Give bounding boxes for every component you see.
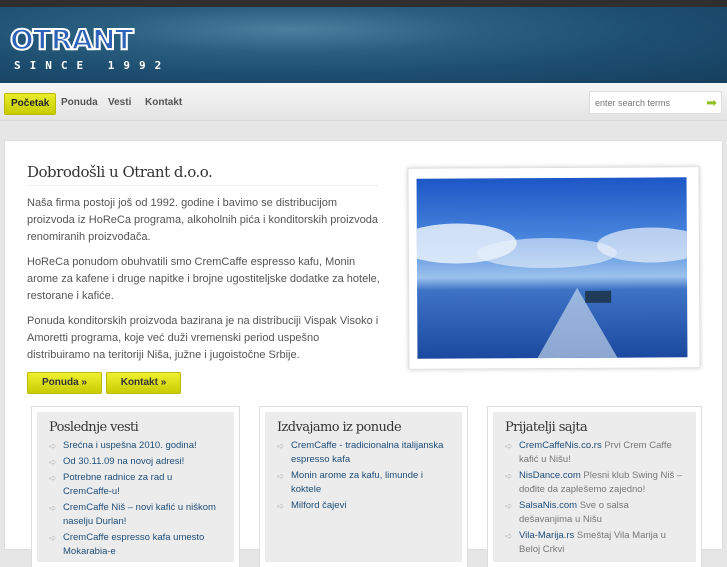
arrow-icon: ➪: [505, 471, 513, 481]
logo-text: OTRANT: [9, 23, 135, 56]
arrow-icon: ➪: [505, 501, 513, 511]
logo[interactable]: OTRANT SINCE 1992: [9, 23, 171, 73]
list-item: ➪ CremCaffe espresso kafa umesto Mokarabi…: [49, 531, 222, 559]
news-link[interactable]: Od 30.11.09 na novoj adresi!: [63, 456, 184, 467]
nav-item-vesti[interactable]: Vesti: [108, 93, 131, 113]
news-link[interactable]: Srećna i uspešna 2010. godina!: [63, 440, 197, 451]
offer-link[interactable]: Milford čajevi: [291, 500, 346, 511]
arrow-icon: ➪: [49, 503, 57, 513]
search-box: ➡: [589, 91, 722, 114]
paragraph: Ponuda konditorskih proizvoda bazirana j…: [27, 315, 379, 361]
box-title: Izdvajamo iz ponude: [277, 420, 402, 435]
search-input[interactable]: [595, 92, 700, 113]
arrow-icon: ➪: [49, 441, 57, 451]
list-item: ➪ Srećna i uspešna 2010. godina!: [49, 439, 222, 453]
logo-tagline: SINCE 1992: [14, 59, 171, 72]
list-item: ➪ CremCaffe Niš – novi kafić u niškom nas…: [49, 501, 222, 529]
friend-link[interactable]: CremCaffeNis.co.rs: [519, 440, 602, 451]
ponuda-button[interactable]: Ponuda »: [27, 372, 102, 394]
arrow-right-icon[interactable]: ➡: [706, 96, 717, 110]
news-link[interactable]: CremCaffe Niš – novi kafić u niškom nase…: [63, 502, 216, 527]
kontakt-button[interactable]: Kontakt »: [106, 372, 181, 394]
list-item: ➪ NisDance.com Plesni klub Swing Niš – do…: [505, 469, 684, 497]
arrow-icon: ➪: [277, 441, 285, 451]
photo-frame: [407, 166, 701, 370]
list-item: ➪ Vila-Marija.rs Smeštaj Vila Marija u Be…: [505, 529, 684, 557]
intro-text: Naša firma postoji još od 1992. godine i…: [27, 195, 383, 372]
list-item: ➪ CremCaffeNis.co.rs Prvi Crem Caffe kafi…: [505, 439, 684, 467]
friend-link[interactable]: NisDance.com: [519, 470, 581, 481]
latest-news-box: Poslednje vesti ➪ Srećna i uspešna 2010. …: [31, 406, 240, 567]
main-nav: Početak Ponuda Vesti Kontakt ➡: [0, 83, 727, 121]
nav-item-ponuda[interactable]: Ponuda: [61, 93, 98, 113]
friend-link[interactable]: SalsaNis.com: [519, 500, 577, 511]
content-panel: Dobrodošli u Otrant d.o.o. Naša firma po…: [4, 140, 723, 567]
header: OTRANT SINCE 1992: [0, 7, 727, 83]
list-item: ➪ Potrebne radnice za rad u CremCaffe-u!: [49, 471, 222, 499]
list-item: ➪ Milford čajevi: [277, 499, 450, 513]
page-title: Dobrodošli u Otrant d.o.o.: [27, 163, 379, 186]
ocean-pier-photo: [416, 177, 688, 359]
top-bar: [0, 0, 727, 7]
featured-box: Izdvajamo iz ponude ➪ CremCaffe - tradici…: [259, 406, 468, 567]
list-item: ➪ Monin arome za kafu, limunde i koktele: [277, 469, 450, 497]
list-item: ➪ SalsaNis.com Sve o salsa dešavanjima u …: [505, 499, 684, 527]
arrow-icon: ➪: [277, 471, 285, 481]
offer-link[interactable]: Monin arome za kafu, limunde i koktele: [291, 470, 423, 495]
nav-item-pocetak[interactable]: Početak: [4, 93, 57, 115]
paragraph: Naša firma postoji još od 1992. godine i…: [27, 197, 378, 243]
list-item: ➪ Od 30.11.09 na novoj adresi!: [49, 455, 222, 469]
paragraph: HoReCa ponudom obuhvatili smo CremCaffe …: [27, 256, 380, 302]
arrow-icon: ➪: [49, 533, 57, 543]
arrow-icon: ➪: [505, 441, 513, 451]
arrow-icon: ➪: [49, 473, 57, 483]
box-title: Poslednje vesti: [49, 420, 139, 435]
list-item: ➪ CremCaffe - tradicionalna italijanska e…: [277, 439, 450, 467]
friends-box: Prijatelji sajta ➪ CremCaffeNis.co.rs Prv…: [487, 406, 702, 567]
arrow-icon: ➪: [49, 457, 57, 467]
news-link[interactable]: Potrebne radnice za rad u CremCaffe-u!: [63, 472, 172, 497]
nav-item-kontakt[interactable]: Kontakt: [145, 93, 182, 113]
arrow-icon: ➪: [277, 501, 285, 511]
friend-link[interactable]: Vila-Marija.rs: [519, 530, 574, 541]
box-title: Prijatelji sajta: [505, 420, 588, 435]
offer-link[interactable]: CremCaffe - tradicionalna italijanska es…: [291, 440, 443, 465]
arrow-icon: ➪: [505, 531, 513, 541]
